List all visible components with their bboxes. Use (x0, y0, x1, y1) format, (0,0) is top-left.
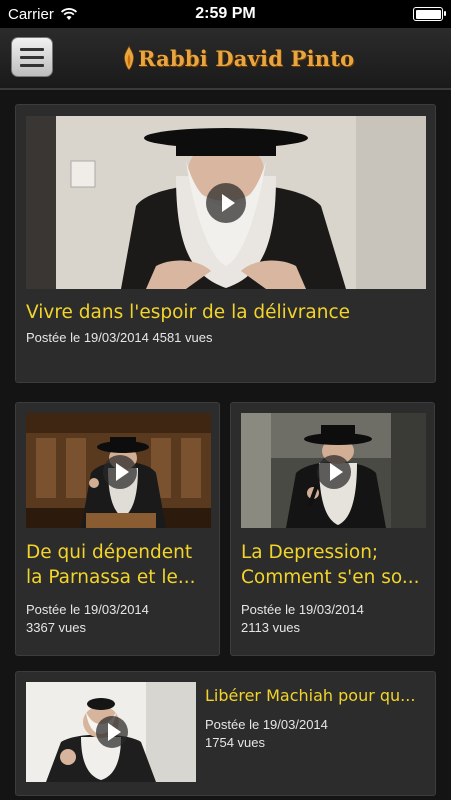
video-card-row[interactable]: Libérer Machiah pour qu... Postée le 19/… (15, 671, 436, 796)
video-thumbnail[interactable] (241, 413, 426, 528)
carrier-label: Carrier (8, 5, 54, 23)
hamburger-menu-icon-line (20, 55, 44, 59)
video-views: 2113 vues (241, 620, 301, 635)
wifi-icon (60, 8, 77, 20)
menu-button[interactable] (11, 37, 53, 77)
video-views: 3367 vues (26, 620, 86, 635)
video-card[interactable]: De qui dépendent la Parnassa et le... Po… (15, 402, 220, 656)
battery-fill (415, 9, 441, 19)
video-title-line: Comment s'en so... (241, 567, 420, 588)
video-title[interactable]: De qui dépendent la Parnassa et le... (26, 540, 216, 590)
video-meta: Postée le 19/03/2014 3367 vues (26, 601, 216, 637)
status-bar: Carrier 2:59 PM (0, 0, 451, 28)
video-meta: Postée le 19/03/2014 1754 vues (205, 716, 431, 752)
video-thumbnail[interactable] (26, 413, 211, 528)
status-left: Carrier (8, 6, 78, 23)
video-title-line: la Parnassa et le... (26, 567, 196, 588)
play-icon[interactable] (206, 183, 246, 223)
video-title-line: La Depression; (241, 542, 379, 563)
video-card-featured[interactable]: Vivre dans l'espoir de la délivrance Pos… (15, 104, 436, 383)
battery-icon (413, 7, 446, 21)
video-title[interactable]: La Depression; Comment s'en so... (241, 540, 431, 590)
app-logo: Rabbi David Pinto (122, 42, 354, 74)
video-title[interactable]: Vivre dans l'espoir de la délivrance (26, 300, 426, 325)
video-title[interactable]: Libérer Machiah pour qu... (205, 683, 431, 708)
play-icon[interactable] (96, 716, 128, 748)
video-meta: Postée le 19/03/2014 4581 vues (26, 330, 213, 345)
video-thumbnail[interactable] (26, 682, 196, 782)
video-views: 1754 vues (205, 735, 265, 750)
video-date: Postée le 19/03/2014 (205, 717, 328, 732)
flame-icon (123, 45, 135, 71)
play-icon[interactable] (103, 455, 137, 489)
video-title-line: De qui dépendent (26, 542, 193, 563)
play-icon[interactable] (317, 455, 351, 489)
video-card[interactable]: La Depression; Comment s'en so... Postée… (230, 402, 435, 656)
video-thumbnail[interactable] (26, 116, 426, 289)
hamburger-menu-icon-line (20, 63, 44, 67)
logo-text: Rabbi David Pinto (138, 45, 355, 71)
video-meta: Postée le 19/03/2014 2113 vues (241, 601, 431, 637)
app-header: Rabbi David Pinto (0, 28, 451, 90)
hamburger-menu-icon (20, 47, 44, 51)
video-date: Postée le 19/03/2014 (241, 602, 364, 617)
video-date: Postée le 19/03/2014 (26, 602, 149, 617)
